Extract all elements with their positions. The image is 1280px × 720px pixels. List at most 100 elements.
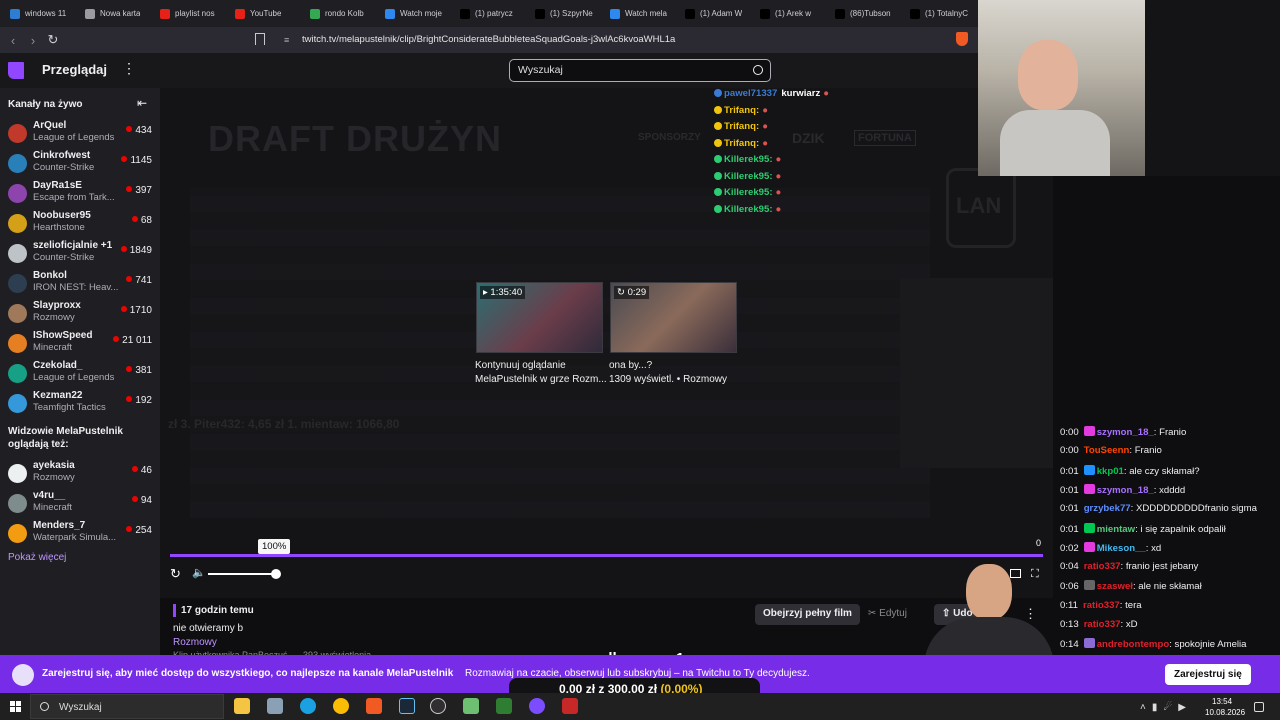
chat-username[interactable]: szymon_18_ [1097, 485, 1154, 496]
browser-tab[interactable]: (1) Adam W [679, 3, 754, 25]
live-channel-item[interactable]: Noobuser95 Hearthstone 68 [0, 208, 160, 238]
live-channel-item[interactable]: Kezman22 Teamfight Tactics 192 [0, 388, 160, 418]
video-player[interactable]: DRAFT DRUŻYN SPONSORZY DZIK FORTUNA LAN … [160, 88, 1053, 598]
clip-category-link[interactable]: Rozmowy [173, 637, 217, 648]
overlay-chat-line: Trifanq: ● [714, 105, 768, 116]
end-card-1-title[interactable]: Kontynuuj oglądanie [475, 360, 566, 371]
shields-icon[interactable] [956, 32, 968, 46]
clip-title: nie otwieramy b [173, 623, 244, 634]
browser-tab[interactable]: Watch mela [604, 3, 679, 25]
address-bar[interactable]: twitch.tv/melapustelnik/clip/BrightConsi… [302, 34, 675, 45]
app-icon-8[interactable] [463, 698, 479, 714]
browser-tab[interactable]: windows 11 [4, 3, 79, 25]
live-channel-item[interactable]: Slayproxx Rozmowy 1710 [0, 298, 160, 328]
clock-time[interactable]: 13:54 [1212, 697, 1232, 706]
end-card-1-subtitle: MelaPustelnik w grze Rozm... [475, 374, 607, 385]
browser-tab[interactable]: (1) TotalnyC [904, 3, 979, 25]
browser-tab[interactable]: Nowa karta [79, 3, 154, 25]
edge-icon[interactable] [300, 698, 316, 714]
live-channel-item[interactable]: Bonkol IRON NEST: Heav... 741 [0, 268, 160, 298]
chat-username[interactable]: ratio337 [1084, 561, 1121, 572]
browser-tab[interactable]: (1) Arek w [754, 3, 829, 25]
app-icon-2[interactable] [267, 698, 283, 714]
reload-icon[interactable]: ↻ [43, 30, 63, 50]
chat-badge-icon [1083, 426, 1095, 436]
chat-timestamp: 0:02 [1060, 542, 1079, 554]
collapse-sidebar-icon[interactable]: ⇤ [137, 96, 147, 110]
search-input[interactable]: Wyszukaj [509, 59, 771, 82]
site-info-icon[interactable]: ≡ [284, 35, 289, 45]
twitch-logo-icon[interactable] [8, 62, 24, 79]
chat-username[interactable]: grzybek77 [1084, 503, 1131, 514]
app-icon-10[interactable] [529, 698, 545, 714]
chat-timestamp: 0:00 [1060, 427, 1079, 438]
app-icon-11[interactable] [562, 698, 578, 714]
steam-icon[interactable] [399, 698, 415, 714]
volume-icon[interactable]: 🔈 [192, 566, 206, 579]
chrome-icon[interactable] [333, 698, 349, 714]
recommended-channel-item[interactable]: v4ru__ Minecraft 94 [0, 488, 160, 518]
play-icon[interactable] [496, 698, 512, 714]
viewer-count: 46 [131, 465, 152, 476]
browse-link[interactable]: Przeglądaj [42, 62, 107, 77]
live-channel-item[interactable]: IShowSpeed Minecraft 21 011 [0, 328, 160, 358]
browser-tab[interactable]: (1) SzpyrNe [529, 3, 604, 25]
chat-username[interactable]: kkp01 [1097, 466, 1124, 477]
avatar [8, 364, 27, 383]
browser-tab[interactable]: playlist nos [154, 3, 229, 25]
chat-username[interactable]: andrebontempo [1097, 639, 1170, 650]
live-dot-icon [126, 396, 133, 402]
overlay-badge-icon [714, 155, 722, 163]
chat-username[interactable]: Mikeson__ [1097, 543, 1146, 554]
chat-username[interactable]: szymon_18_ [1097, 427, 1154, 438]
end-card-2-title[interactable]: ona by...? [609, 360, 652, 371]
overlay-chat-user: Killerek95: [724, 187, 773, 198]
avatar [8, 304, 27, 323]
chat-username[interactable]: mientaw [1097, 524, 1135, 535]
notifications-icon[interactable] [1254, 702, 1264, 712]
chat-username[interactable]: TouSeenn [1084, 445, 1130, 456]
chat-username[interactable]: szasweł [1097, 581, 1133, 592]
replay-icon[interactable]: ↻ [170, 566, 181, 582]
browser-tab[interactable]: (1) patrycz [454, 3, 529, 25]
search-icon[interactable] [753, 65, 763, 75]
start-icon[interactable] [10, 701, 21, 712]
back-icon[interactable]: ‹ [3, 30, 23, 50]
clock-date[interactable]: 10.08.2026 [1205, 708, 1245, 717]
live-channel-item[interactable]: Czekolad_ League of Legends 381 [0, 358, 160, 388]
browser-tab[interactable]: (86)Tubson [829, 3, 904, 25]
volume-slider-handle[interactable] [271, 569, 281, 579]
live-channel-item[interactable]: Cinkrofwest Counter-Strike 1145 [0, 148, 160, 178]
show-more-link[interactable]: Pokaż więcej [8, 552, 66, 563]
browser-tab[interactable]: rondo Kolb [304, 3, 379, 25]
live-channel-item[interactable]: ArQuel League of Legends 434 [0, 118, 160, 148]
windows-icon [10, 8, 20, 19]
live-channel-item[interactable]: DayRa1sE Escape from Tark... 397 [0, 178, 160, 208]
clip-info-area [160, 598, 1053, 655]
chat-text: : i się zapalnik odpalił [1135, 523, 1226, 535]
edit-clip-button[interactable]: ✂ Edytuj [862, 604, 913, 625]
recommended-channel-item[interactable]: ayekasia Rozmowy 46 [0, 458, 160, 488]
browser-tab[interactable]: Watch moje [379, 3, 454, 25]
channel-category: League of Legends [33, 372, 115, 383]
chat-username[interactable]: ratio337 [1084, 619, 1121, 630]
brave-taskbar-icon[interactable] [366, 698, 382, 714]
viewer-count-value: 741 [135, 275, 152, 286]
viewer-count-value: 192 [135, 395, 152, 406]
explorer-icon[interactable] [234, 698, 250, 714]
chat-username[interactable]: ratio337 [1083, 600, 1120, 611]
tray-icons[interactable]: ˄▮☄▶ [1140, 702, 1192, 713]
more-menu-icon[interactable]: ⋮ [122, 60, 136, 77]
chat-text: : xd [1145, 542, 1162, 554]
viewer-count-value: 397 [135, 185, 152, 196]
recommended-channel-item[interactable]: Menders_7 Waterpark Simula... 254 [0, 518, 160, 548]
signup-button[interactable]: Zarejestruj się [1165, 664, 1251, 685]
channel-category: Escape from Tark... [33, 192, 115, 203]
bookmark-icon[interactable] [255, 33, 265, 45]
forward-icon[interactable]: › [23, 30, 43, 50]
browser-tab[interactable]: YouTube [229, 3, 304, 25]
live-channel-item[interactable]: szelioficjalnie +1 Counter-Strike 1849 [0, 238, 160, 268]
chat-badge-icon [1083, 483, 1095, 494]
watch-full-video-button[interactable]: Obejrzyj pełny film [755, 604, 860, 625]
obs-icon[interactable] [430, 698, 446, 714]
